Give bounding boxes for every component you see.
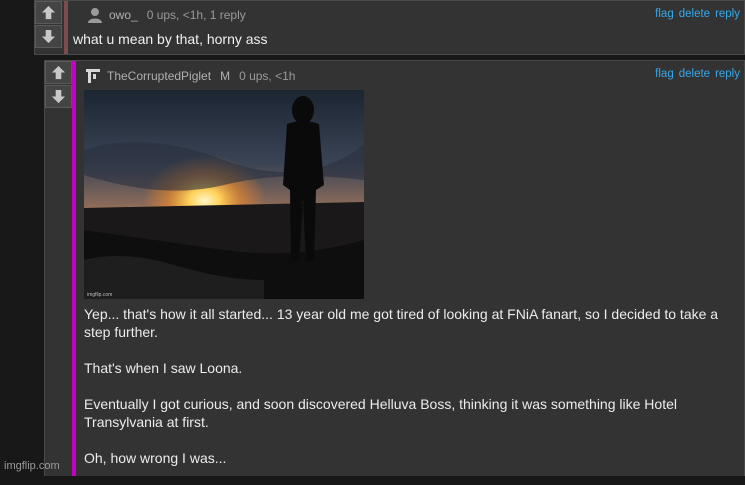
imgflip-watermark: imgflip.com: [4, 460, 60, 472]
comment-paragraph: Eventually I got curious, and soon disco…: [84, 396, 677, 430]
comment-text: what u mean by that, horny ass: [73, 31, 268, 47]
comment-actions: flag delete reply: [655, 8, 740, 20]
flag-link[interactable]: flag: [655, 68, 674, 80]
comment-header: owo_ 0 ups, <1h, 1 reply: [87, 7, 246, 23]
downvote-button[interactable]: [35, 25, 62, 48]
upvote-button[interactable]: [45, 61, 72, 84]
vote-controls: [35, 1, 64, 49]
comment-reply-piglet: TheCorruptedPiglet M 0 ups, <1h flag del…: [44, 60, 745, 476]
comment-paragraph: Yep... that's how it all started... 13 y…: [84, 306, 719, 340]
upvote-button[interactable]: [35, 1, 62, 24]
comment-actions: flag delete reply: [655, 68, 740, 80]
comment-owo: owo_ 0 ups, <1h, 1 reply flag delete rep…: [34, 0, 745, 55]
comment-paragraph: Oh, how wrong I was...: [84, 450, 227, 466]
arrow-down-icon: [51, 89, 66, 104]
downvote-button[interactable]: [45, 85, 72, 108]
sunset-silhouette-image[interactable]: imgflip.com: [84, 90, 364, 299]
delete-link[interactable]: delete: [679, 68, 710, 80]
flag-link[interactable]: flag: [655, 8, 674, 20]
comment-paragraph: That's when I saw Loona.: [84, 360, 243, 376]
delete-link[interactable]: delete: [679, 8, 710, 20]
vote-controls: [45, 61, 74, 109]
arrow-up-icon: [51, 65, 66, 80]
comment-body: Yep... that's how it all started... 13 y…: [84, 305, 739, 485]
username-link[interactable]: TheCorruptedPiglet: [107, 69, 211, 83]
arrow-up-icon: [41, 5, 56, 20]
comment-meta: 0 ups, <1h: [239, 69, 296, 83]
mod-badge: M: [220, 69, 231, 83]
comment-depth-stripe: [64, 1, 68, 54]
arrow-down-icon: [41, 29, 56, 44]
reply-link[interactable]: reply: [715, 8, 740, 20]
image-watermark: imgflip.com: [87, 292, 112, 298]
comment-meta: 0 ups, <1h, 1 reply: [146, 8, 246, 22]
reply-link[interactable]: reply: [715, 68, 740, 80]
username-link[interactable]: owo_: [109, 8, 138, 22]
comment-header: TheCorruptedPiglet M 0 ups, <1h: [85, 68, 295, 84]
default-avatar-icon[interactable]: [87, 7, 103, 23]
comment-depth-stripe: [72, 61, 76, 476]
user-avatar-icon[interactable]: [85, 68, 101, 84]
